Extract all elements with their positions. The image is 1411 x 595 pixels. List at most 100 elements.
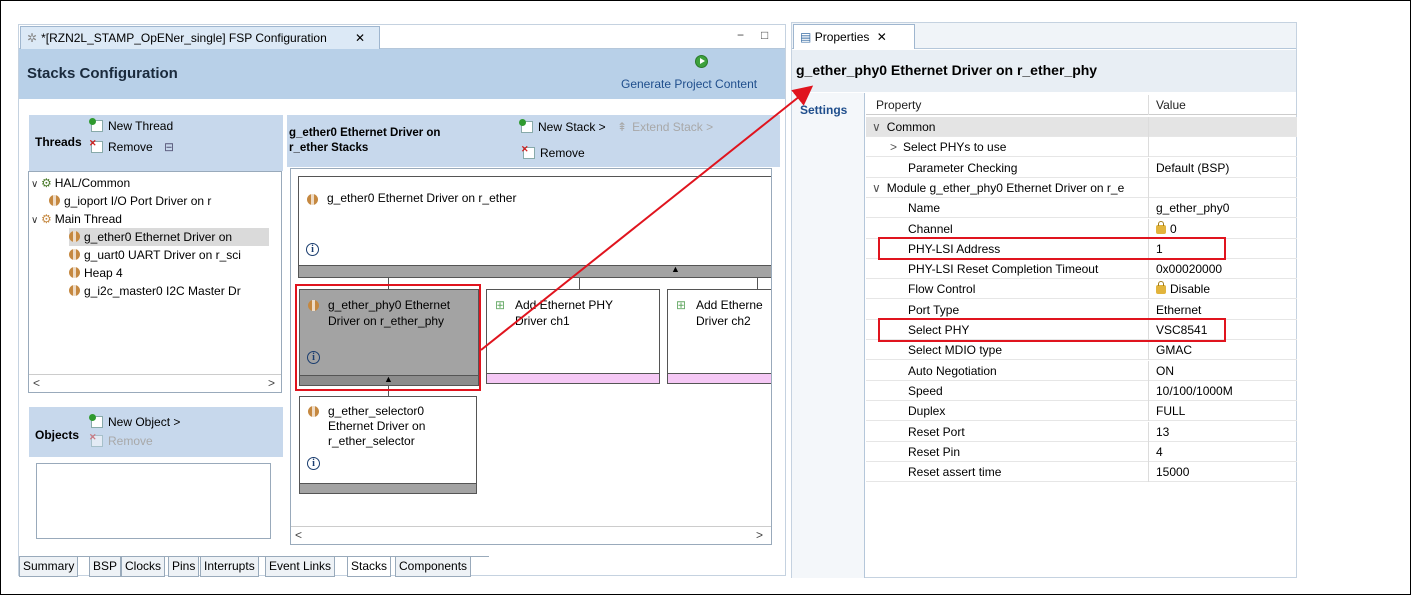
chevron-down-icon[interactable]: ∨ — [872, 181, 881, 195]
minimize-icon[interactable]: − — [737, 28, 744, 42]
stack-block-ether-selector0[interactable]: g_ether_selector0 Ethernet Driver on r_e… — [299, 396, 477, 494]
property-value[interactable] — [1150, 117, 1297, 137]
remove-thread-button[interactable]: Remove ⊟ — [89, 138, 174, 154]
remove-stack-button[interactable]: Remove — [521, 144, 585, 160]
property-row[interactable]: Duplex FULL — [866, 401, 1297, 422]
run-icon[interactable] — [695, 55, 708, 68]
chevron-down-icon[interactable]: ∨ — [31, 176, 41, 194]
property-value[interactable]: 0 — [1150, 219, 1297, 239]
tree-item-i2c-master0[interactable]: g_i2c_master0 I2C Master Dr — [69, 282, 241, 300]
add-module-icon: ⊞ — [676, 298, 687, 312]
generate-project-content-button[interactable]: Generate Project Content — [621, 77, 757, 91]
property-row[interactable]: ∨ Module g_ether_phy0 Ethernet Driver on … — [866, 177, 1297, 198]
info-icon[interactable]: i — [306, 243, 319, 256]
tab-components[interactable]: Components — [395, 557, 472, 577]
scroll-left-icon[interactable]: < — [295, 528, 302, 542]
property-row[interactable]: ∨ Common — [866, 117, 1297, 137]
remove-object-button[interactable]: Remove — [89, 432, 153, 448]
property-name: Reset assert time — [866, 462, 1149, 483]
property-value-label: 10/100/1000M — [1156, 383, 1233, 398]
property-name: Auto Negotiation — [866, 360, 1149, 381]
add-ethernet-phy-ch2-block[interactable]: ⊞ Add Etherne Driver ch2 — [667, 289, 771, 384]
tab-bsp[interactable]: BSP — [89, 557, 122, 577]
property-value[interactable]: 15000 — [1150, 462, 1297, 482]
module-icon — [69, 285, 80, 296]
add-ethernet-phy-ch1-block[interactable]: ⊞ Add Ethernet PHY Driver ch1 — [486, 289, 660, 384]
tree-item-heap4[interactable]: Heap 4 — [69, 264, 123, 282]
property-row[interactable]: Reset assert time 15000 — [866, 462, 1297, 483]
chevron-down-icon[interactable]: ∨ — [31, 212, 41, 230]
property-row[interactable]: > Select PHYs to use — [866, 137, 1297, 158]
property-row[interactable]: Reset Pin 4 — [866, 441, 1297, 462]
tree-item-uart0[interactable]: g_uart0 UART Driver on r_sci — [69, 246, 241, 264]
column-header-property: Property — [866, 95, 1149, 115]
tree-item-hal-common[interactable]: ∨ ⚙ HAL/Common — [31, 174, 130, 192]
close-icon[interactable]: ✕ — [877, 30, 887, 44]
property-name-label: Reset assert time — [908, 465, 1002, 480]
close-icon[interactable]: ✕ — [355, 31, 365, 45]
info-icon[interactable]: i — [307, 457, 320, 470]
property-row[interactable]: PHY-LSI Reset Completion Timeout 0x000200… — [866, 259, 1297, 280]
new-object-button[interactable]: New Object > — [89, 414, 180, 429]
remove-icon — [89, 432, 103, 447]
property-row[interactable]: Auto Negotiation ON — [866, 360, 1297, 381]
tree-item-main-thread[interactable]: ∨ ⚙ Main Thread — [31, 210, 122, 228]
stack-block-ether0[interactable]: g_ether0 Ethernet Driver on r_ether i ▲ — [298, 176, 771, 278]
property-row[interactable]: Name g_ether_phy0 — [866, 198, 1297, 219]
property-value[interactable] — [1150, 137, 1297, 157]
extend-stack-button[interactable]: ⇞ Extend Stack > — [617, 120, 713, 134]
chevron-right-icon[interactable]: > — [890, 140, 897, 154]
property-value[interactable]: Ethernet — [1150, 300, 1297, 320]
collapse-all-icon[interactable]: ⊟ — [164, 140, 174, 154]
property-row[interactable]: Select MDIO type GMAC — [866, 340, 1297, 361]
property-value[interactable]: GMAC — [1150, 340, 1297, 360]
tab-stacks[interactable]: Stacks — [347, 557, 392, 577]
page-title: Stacks Configuration — [27, 65, 178, 82]
scroll-left-icon[interactable]: < — [33, 376, 40, 390]
objects-panel-header: Objects New Object > Remove — [29, 407, 283, 457]
scroll-right-icon[interactable]: > — [268, 376, 275, 390]
property-row[interactable]: Reset Port 13 — [866, 421, 1297, 442]
tab-summary[interactable]: Summary — [19, 557, 79, 577]
property-value[interactable] — [1150, 178, 1297, 198]
tree-item-ether0[interactable]: g_ether0 Ethernet Driver on — [69, 228, 269, 246]
property-name: Name — [866, 198, 1149, 219]
property-value[interactable]: 0x00020000 — [1150, 259, 1297, 279]
new-stack-button[interactable]: New Stack > — [519, 119, 606, 134]
horizontal-scrollbar[interactable]: < > — [29, 374, 281, 392]
property-value[interactable]: Disable — [1150, 279, 1297, 299]
chevron-down-icon[interactable]: ∨ — [872, 120, 881, 134]
module-icon — [49, 195, 60, 206]
scroll-right-icon[interactable]: > — [756, 528, 763, 542]
tab-settings[interactable]: Settings — [800, 103, 847, 117]
stack-block-label-line2: Ethernet Driver on — [328, 419, 426, 433]
property-value[interactable]: FULL — [1150, 401, 1297, 421]
property-value[interactable]: 13 — [1150, 422, 1297, 442]
property-row[interactable]: Flow Control Disable — [866, 279, 1297, 300]
module-icon — [307, 194, 318, 205]
property-row[interactable]: Channel 0 — [866, 218, 1297, 239]
property-row[interactable]: Speed 10/100/1000M — [866, 380, 1297, 401]
tab-clocks[interactable]: Clocks — [121, 557, 166, 577]
maximize-icon[interactable]: □ — [761, 28, 768, 42]
stack-block-bar — [300, 483, 476, 493]
triangle-up-icon: ▲ — [671, 264, 680, 274]
property-row[interactable]: Parameter Checking Default (BSP) — [866, 157, 1297, 178]
horizontal-scrollbar[interactable]: < > — [291, 526, 771, 544]
property-value[interactable]: 10/100/1000M — [1150, 381, 1297, 401]
property-value[interactable]: g_ether_phy0 — [1150, 198, 1297, 218]
tab-event-links[interactable]: Event Links — [265, 557, 336, 577]
properties-tab-bar: ▤ Properties ✕ — [792, 23, 1296, 49]
property-value[interactable]: Default (BSP) — [1150, 158, 1297, 178]
tab-interrupts[interactable]: Interrupts — [200, 557, 259, 577]
property-row[interactable]: Port Type Ethernet — [866, 299, 1297, 320]
tree-item-ioport[interactable]: g_ioport I/O Port Driver on r — [49, 192, 211, 210]
properties-tab[interactable]: ▤ Properties ✕ — [793, 24, 915, 49]
property-value[interactable]: ON — [1150, 361, 1297, 381]
module-icon — [69, 267, 80, 278]
property-value-label: 13 — [1156, 424, 1170, 439]
tab-pins[interactable]: Pins — [168, 557, 200, 577]
property-value[interactable]: 4 — [1150, 442, 1297, 462]
editor-tab[interactable]: ✲ *[RZN2L_STAMP_OpENer_single] FSP Config… — [20, 26, 380, 49]
new-thread-button[interactable]: New Thread — [89, 118, 173, 133]
